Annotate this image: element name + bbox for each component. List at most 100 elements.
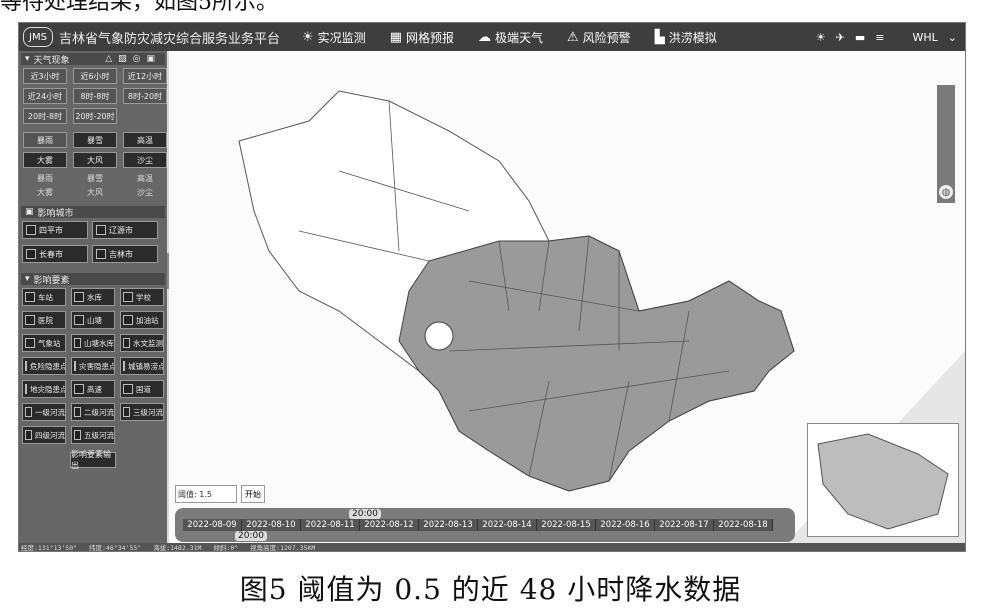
type-button[interactable]: 暴雨	[23, 132, 67, 148]
checkbox-icon	[123, 338, 130, 348]
sub-item[interactable]: 暴雪	[73, 172, 117, 184]
checkbox-icon	[123, 407, 130, 417]
city-section-header[interactable]: ▣ 影响城市	[21, 206, 165, 219]
checkbox-icon	[25, 292, 35, 302]
timeline-date[interactable]: 2022-08-16	[596, 519, 655, 531]
nav-grid-forecast[interactable]: ▦ 网格预报	[390, 29, 454, 46]
type-button[interactable]: 大雾	[23, 152, 67, 168]
type-button[interactable]: 高温	[123, 132, 167, 148]
element-checkbox[interactable]: 灾害隐患点	[71, 357, 115, 375]
element-checkbox[interactable]: 地灾隐患点	[22, 380, 66, 398]
element-checkbox[interactable]: 二级河流	[71, 403, 115, 421]
timeline-date[interactable]: 2022-08-13	[419, 519, 478, 531]
element-label: 地灾隐患点	[30, 384, 66, 394]
nav-label: 洪涝模拟	[668, 30, 717, 45]
timeline-date[interactable]: 2022-08-17	[655, 519, 714, 531]
minimap-province	[817, 433, 949, 530]
timeline-date[interactable]: 2022-08-10	[242, 519, 301, 531]
element-checkbox[interactable]: 五级河流	[71, 426, 115, 444]
type-button[interactable]: 沙尘	[123, 152, 167, 168]
element-checkbox[interactable]: 四级河流	[22, 426, 66, 444]
overview-minimap[interactable]	[807, 423, 959, 537]
sub-item[interactable]: 大风	[73, 186, 117, 198]
element-checkbox[interactable]: 学校	[120, 288, 164, 306]
threshold-input[interactable]: 阈值: 1.5	[175, 485, 237, 503]
element-checkbox[interactable]: 加油站	[120, 311, 164, 329]
city-list: 四平市 辽源市 长春市 吉林市	[19, 221, 167, 263]
element-checkbox[interactable]: 水文监测	[120, 334, 164, 352]
time-button[interactable]: 20时-8时	[23, 108, 67, 124]
timeline-date[interactable]: 2022-08-09	[183, 519, 242, 531]
cloud-icon: ☁	[478, 29, 491, 45]
element-checkbox[interactable]: 气象站	[22, 334, 66, 352]
sub-item[interactable]: 沙尘	[123, 186, 167, 198]
element-checkbox[interactable]: 三级河流	[120, 403, 164, 421]
timeline-date[interactable]: 2022-08-11	[301, 519, 360, 531]
timeline-date[interactable]: 2022-08-15	[537, 519, 596, 531]
checkbox-icon	[123, 315, 133, 325]
city-checkbox[interactable]: 辽源市	[92, 221, 158, 239]
city-checkbox[interactable]: 长春市	[22, 245, 88, 263]
element-checkbox[interactable]: 城镇易涝点	[120, 357, 164, 375]
element-section-header[interactable]: ▾ 影响要素	[21, 273, 165, 286]
nav-risk-warning[interactable]: ⚠ 风险预警	[567, 29, 631, 46]
user-name[interactable]: WHL	[913, 31, 938, 44]
sub-item[interactable]: 大雾	[23, 186, 67, 198]
chevron-down-icon[interactable]: ⌄	[948, 31, 957, 44]
element-label: 水文监测	[133, 338, 163, 348]
warning-icon: ⚠	[567, 29, 579, 45]
top-right-tools: ☀ ✈ ▬ ≡ WHL ⌄	[806, 23, 957, 51]
sub-item[interactable]: 高温	[123, 172, 167, 184]
time-button[interactable]: 8时-8时	[73, 88, 117, 104]
city-checkbox[interactable]: 吉林市	[92, 245, 158, 263]
element-checkbox[interactable]: 国道	[120, 380, 164, 398]
time-button[interactable]: 20时-20时	[73, 108, 117, 124]
nav-live-monitoring[interactable]: ☀ 实况监测	[302, 29, 366, 46]
time-button[interactable]: 近24小时	[23, 88, 67, 104]
element-label: 一级河流	[35, 407, 65, 417]
time-button[interactable]: 8时-20时	[123, 88, 167, 104]
sub-item[interactable]: 暴雨	[23, 172, 67, 184]
element-checkbox[interactable]: 医院	[22, 311, 66, 329]
element-checkbox[interactable]: 一级河流	[22, 403, 66, 421]
checkbox-icon	[123, 384, 133, 394]
tool-icons[interactable]: △▨◎▣	[105, 54, 161, 64]
nav-extreme-weather[interactable]: ☁ 极端天气	[478, 29, 543, 54]
time-button[interactable]: 近6小时	[73, 68, 117, 84]
element-checkbox[interactable]: 车站	[22, 288, 66, 306]
export-elements-button[interactable]: 影响要素输出	[70, 450, 116, 470]
element-checkbox[interactable]: 高速	[71, 380, 115, 398]
send-icon[interactable]: ✈	[836, 31, 845, 44]
monitor-icon[interactable]: ▬	[855, 31, 865, 44]
map-view[interactable]: ◍	[169, 51, 965, 551]
time-button[interactable]: 近3小时	[23, 68, 67, 84]
checkbox-icon	[74, 338, 81, 348]
grid-icon: ▦	[389, 29, 402, 45]
weather-icon[interactable]: ☀	[816, 31, 826, 44]
nav-flood-simulation[interactable]: ▙ 洪涝模拟	[655, 29, 717, 46]
element-label: 学校	[136, 292, 151, 302]
element-label: 危险隐患点	[30, 361, 66, 371]
longitude-readout: 经度:131°13'50"	[21, 544, 78, 552]
sun-icon: ☀	[302, 29, 314, 45]
globe-icon[interactable]: ◍	[939, 185, 953, 199]
time-slider[interactable]: 20:00 2022-08-09 2022-08-10 2022-08-11 2…	[175, 508, 795, 542]
timeline-date[interactable]: 2022-08-14	[478, 519, 537, 531]
element-checkbox[interactable]: 山塘	[71, 311, 115, 329]
time-button[interactable]: 近12小时	[123, 68, 167, 84]
element-label: 国道	[136, 384, 151, 394]
timeline-date[interactable]: 2022-08-18	[714, 519, 773, 531]
start-button[interactable]: 开始	[241, 485, 265, 503]
element-checkbox[interactable]: 水库	[71, 288, 115, 306]
weather-type-buttons: 暴雨 暴雪 高温 大雾 大风 沙尘	[19, 132, 167, 168]
type-button[interactable]: 暴雪	[73, 132, 117, 148]
element-checkbox[interactable]: 山塘水库	[71, 334, 115, 352]
type-button[interactable]: 大风	[73, 152, 117, 168]
section-title: 影响城市	[37, 208, 74, 219]
element-checkbox[interactable]: 危险隐患点	[22, 357, 66, 375]
city-checkbox[interactable]: 四平市	[22, 221, 88, 239]
timeline-date[interactable]: 2022-08-12	[360, 519, 419, 531]
checkbox-icon	[123, 361, 125, 371]
layers-icon[interactable]: ≡	[875, 31, 884, 44]
weather-section-header[interactable]: ▾ 天气现象 △▨◎▣	[21, 53, 165, 66]
